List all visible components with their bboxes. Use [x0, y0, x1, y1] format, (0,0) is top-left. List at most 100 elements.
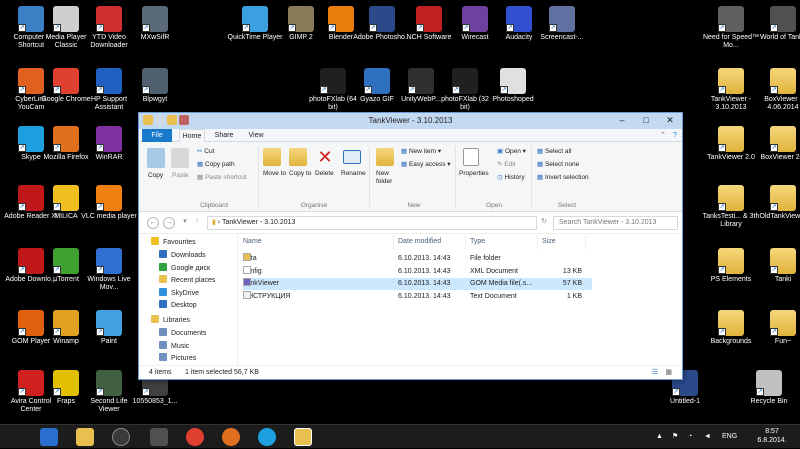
- forward-button[interactable]: →: [163, 217, 175, 229]
- desktop-icon[interactable]: ↗ BoxViewer 2.0: [754, 126, 800, 162]
- copy-to-button[interactable]: Copy to: [289, 170, 311, 177]
- desktop-icon[interactable]: ↗ Paint: [80, 310, 138, 346]
- new-item-button[interactable]: ▦ New item ▾: [401, 147, 441, 155]
- desktop-icon[interactable]: ↗ Windows Live Mov...: [80, 248, 138, 292]
- up-button[interactable]: ↑: [191, 217, 203, 229]
- help-icon[interactable]: ?: [670, 129, 680, 142]
- paste-shortcut-button[interactable]: ▦ Paste shortcut: [197, 173, 247, 181]
- clock[interactable]: 8:57 6.8.2014.: [752, 427, 792, 445]
- nav-item-favourites[interactable]: Favourites: [151, 237, 196, 248]
- table-row[interactable]: config 6.10.2013. 14:43 XML Document 13 KB: [243, 265, 592, 278]
- tab-home[interactable]: Home: [179, 129, 205, 142]
- large-icons-view-icon[interactable]: ▦: [665, 366, 672, 380]
- copy-path-button[interactable]: ▦ Copy path: [197, 160, 235, 168]
- file-explorer-icon[interactable]: [76, 428, 94, 446]
- desktop-icon[interactable]: ↗ VLC media player: [80, 185, 138, 221]
- invert-selection-button[interactable]: ▦ Invert selection: [537, 173, 589, 181]
- cut-button[interactable]: ✂ Cut: [197, 147, 214, 155]
- desktop-icon[interactable]: ↗ MXwSifR: [126, 6, 184, 42]
- rename-icon[interactable]: [343, 150, 361, 164]
- skype-icon[interactable]: [258, 428, 276, 446]
- nav-item-3[interactable]: SkyDrive: [159, 287, 199, 299]
- desktop-icon[interactable]: ↗ Tanki: [754, 248, 800, 284]
- properties-icon[interactable]: [463, 148, 479, 166]
- desktop-icon[interactable]: ↗ Recycle Bin: [740, 370, 798, 406]
- table-row[interactable]: TankViewer 6.10.2013. 14:43 GOM Media file…: [243, 278, 592, 290]
- column-type[interactable]: Type: [466, 235, 538, 249]
- back-button[interactable]: ←: [147, 217, 159, 229]
- copy-button[interactable]: Copy: [148, 172, 163, 179]
- hp-icon[interactable]: [112, 428, 130, 446]
- desktop-icon[interactable]: ↗ Photoshoped: [484, 68, 542, 104]
- explorer-task-active-icon[interactable]: [294, 428, 312, 446]
- properties-button[interactable]: Properties: [459, 170, 489, 177]
- shortcut-arrow-icon: ↗: [770, 266, 778, 274]
- desktop-icon[interactable]: ↗ Backgrounds: [702, 310, 760, 346]
- camera-icon[interactable]: [150, 428, 168, 446]
- nav-item-libraries[interactable]: Libraries: [151, 315, 190, 326]
- easy-access-button[interactable]: ▦ Easy access ▾: [401, 160, 451, 168]
- select-all-button[interactable]: ▦ Select all: [537, 147, 571, 155]
- chrome-icon[interactable]: [186, 428, 204, 446]
- internet-explorer-icon[interactable]: [40, 428, 58, 446]
- desktop-icon[interactable]: ↗ OldTankViewer: [754, 185, 800, 221]
- search-input[interactable]: Search TankViewer - 3.10.2013: [553, 216, 678, 230]
- copy-to-icon[interactable]: [289, 148, 307, 166]
- desktop-icon[interactable]: ↗ Need for Speed™ Mo...: [702, 6, 760, 50]
- refresh-button[interactable]: ↻: [538, 217, 550, 229]
- desktop-icon[interactable]: ↗ BoxViewer - 4.06.2014: [754, 68, 800, 112]
- nav-item-4[interactable]: Desktop: [159, 300, 197, 311]
- volume-icon[interactable]: ◄: [704, 425, 711, 449]
- desktop-icon[interactable]: ↗ Screencast-...: [533, 6, 591, 42]
- firefox-icon[interactable]: [222, 428, 240, 446]
- new-folder-button[interactable]: New folder: [376, 170, 398, 186]
- address-box[interactable]: ▮ › TankViewer - 3.10.2013: [207, 216, 537, 230]
- rename-button[interactable]: Rename: [341, 170, 366, 177]
- select-none-button[interactable]: ▦ Select none: [537, 160, 579, 168]
- wifi-icon[interactable]: ◔: [688, 425, 692, 449]
- desktop-icon[interactable]: ↗ PS Elements: [702, 248, 760, 284]
- minimize-button[interactable]: –: [610, 113, 634, 128]
- open-button[interactable]: ▣ Open ▾: [497, 147, 526, 155]
- new-folder-icon[interactable]: [376, 148, 394, 166]
- desktop-icon[interactable]: ↗ Fun~: [754, 310, 800, 346]
- delete-button[interactable]: Delete: [315, 170, 334, 177]
- nav-item-lib-1[interactable]: Music: [159, 340, 189, 352]
- nav-item-lib-0[interactable]: Documents: [159, 328, 206, 339]
- paste-button[interactable]: Paste: [172, 172, 189, 179]
- nav-item-lib-2[interactable]: Pictures: [159, 353, 196, 364]
- copy-icon[interactable]: [147, 148, 165, 168]
- history-button[interactable]: ◷ History: [497, 173, 525, 181]
- tab-file[interactable]: File: [142, 129, 172, 142]
- action-center-icon[interactable]: ⚑: [672, 425, 678, 449]
- desktop-icon[interactable]: ↗ TankViewer - 3.10.2013: [702, 68, 760, 112]
- desktop-icon[interactable]: ↗ TanksTesti... & 3th Library: [702, 185, 760, 229]
- maximize-button[interactable]: □: [634, 113, 658, 128]
- tab-view[interactable]: View: [243, 129, 269, 142]
- edit-button[interactable]: ✎ Edit: [497, 160, 515, 168]
- desktop-icon[interactable]: ↗ TankViewer 2.0: [702, 126, 760, 162]
- desktop-icon[interactable]: ↗ World of Tanks: [754, 6, 800, 42]
- column-size[interactable]: Size: [538, 235, 586, 249]
- desktop-icon[interactable]: ↗ WinRAR: [80, 126, 138, 162]
- recent-locations-icon[interactable]: ▾: [179, 217, 191, 229]
- move-to-button[interactable]: Move to: [263, 170, 286, 178]
- nav-item-1[interactable]: Google диск: [159, 262, 210, 274]
- move-to-icon[interactable]: [263, 148, 281, 166]
- nav-item-2[interactable]: Recent places: [159, 275, 215, 286]
- column-date-modified[interactable]: Date modified: [394, 235, 466, 249]
- language-indicator[interactable]: ENG: [722, 425, 737, 449]
- ribbon-collapse-icon[interactable]: ⌃: [658, 129, 668, 142]
- close-button[interactable]: ✕: [658, 113, 682, 128]
- title-bar[interactable]: TankViewer - 3.10.2013 – □ ✕: [139, 113, 682, 129]
- nav-item-0[interactable]: Downloads: [159, 250, 206, 261]
- details-view-icon[interactable]: ☰: [652, 366, 658, 380]
- table-row[interactable]: ИНСТРУКЦИЯ 6.10.2013. 14:43 Text Document 1…: [243, 290, 592, 303]
- column-name[interactable]: Name: [239, 235, 394, 249]
- tab-share[interactable]: Share: [211, 129, 237, 142]
- delete-icon[interactable]: ✕: [317, 148, 333, 166]
- table-row[interactable]: data 6.10.2013. 14:43 File folder: [243, 253, 592, 265]
- network-icon[interactable]: ▲: [656, 425, 663, 449]
- desktop-icon[interactable]: ↗ Blpwgyt: [126, 68, 184, 104]
- shortcut-arrow-icon: ↗: [96, 388, 104, 396]
